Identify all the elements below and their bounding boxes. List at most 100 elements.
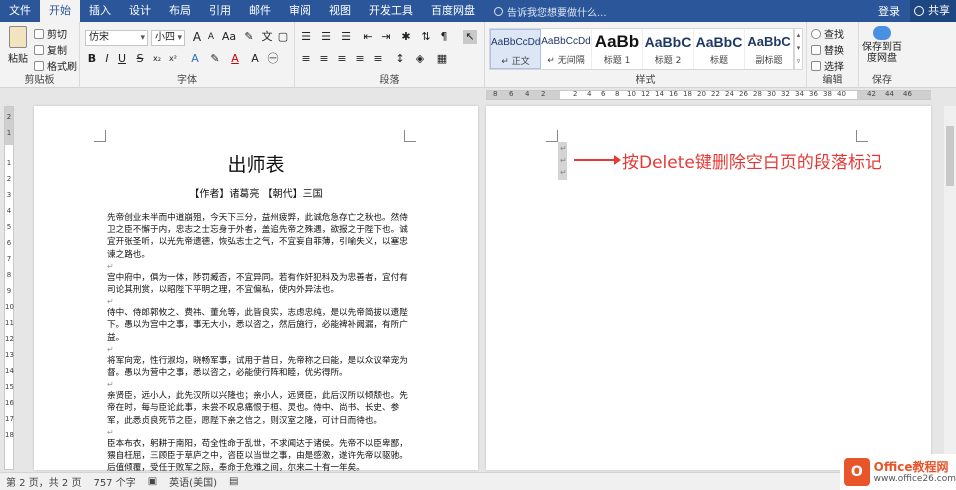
tab-insert[interactable]: 插入 [80, 0, 120, 22]
font-name-select[interactable]: 仿宋 [85, 30, 148, 46]
paragraph[interactable]: 将军向宠，性行淑均，晓畅军事，试用于昔日，先帝称之曰能，是以众议举宠为督。愚以为… [107, 355, 412, 379]
status-bar: 第 2 页，共 2 页 757 个字 ▣ 英语(美国) ▤ [0, 472, 956, 490]
tab-layout[interactable]: 布局 [160, 0, 200, 22]
style-no-spacing[interactable]: AaBbCcDd ↵ 无间隔 [541, 29, 592, 69]
shading-icon[interactable]: ◈ [413, 52, 427, 66]
increase-indent-icon[interactable]: ⇥ [379, 30, 393, 44]
ribbon-tab-bar: 文件 开始 插入 设计 布局 引用 邮件 审阅 视图 开发工具 百度网盘 告诉我… [0, 0, 956, 22]
paragraph[interactable]: 宫中府中，俱为一体，陟罚臧否，不宜异同。若有作奸犯科及为忠善者，宜付有司论其刑赏… [107, 272, 412, 296]
red-arrow-icon [574, 155, 621, 165]
cursor-icon[interactable]: ↖ [463, 30, 477, 44]
document-body[interactable]: 先帝创业未半而中道崩殂，今天下三分，益州疲弊，此诚危急存亡之秋也。然侍卫之臣不懈… [107, 212, 412, 474]
save-to-baidu-button[interactable]: 保存到百度网盘 [861, 26, 903, 64]
paragraph[interactable]: 亲贤臣，远小人，此先汉所以兴隆也；亲小人，远贤臣，此后汉所以倾颓也。先帝在时，每… [107, 390, 412, 427]
italic-icon[interactable]: I [100, 52, 114, 66]
scrollbar-thumb[interactable] [946, 126, 954, 186]
chinese-layout-icon[interactable]: ✱ [399, 30, 413, 44]
tab-file[interactable]: 文件 [0, 0, 40, 22]
enclose-char-icon[interactable]: ㊀ [266, 52, 280, 66]
grow-font-button[interactable]: A [190, 30, 204, 44]
ruler-tick-label: 34 [795, 90, 804, 98]
multilevel-list-icon[interactable]: ☰ [339, 30, 353, 44]
style-subtitle[interactable]: AaBbC 副标题 [745, 29, 793, 69]
vruler-tick-label: 13 [5, 351, 14, 359]
tell-me-text: 告诉我您想要做什么... [507, 7, 607, 19]
macro-icon[interactable]: ▤ [229, 476, 238, 487]
document-author-line[interactable]: 【作者】诸葛亮 【朝代】三国 [34, 185, 478, 200]
shrink-font-button[interactable]: A [204, 30, 218, 44]
vruler-tick-label: 8 [6, 271, 12, 279]
vruler-tick-label: 1 [6, 159, 12, 167]
font-size-select[interactable]: 小四 [151, 30, 185, 46]
page-count[interactable]: 第 2 页，共 2 页 [6, 474, 81, 489]
paragraph[interactable]: 臣本布衣，躬耕于南阳，苟全性命于乱世，不求闻达于诸侯。先帝不以臣卑鄙，猥自枉屈，… [107, 438, 412, 475]
bullets-icon[interactable]: ☰ [299, 30, 313, 44]
document-page-1[interactable]: 出师表 【作者】诸葛亮 【朝代】三国 先帝创业未半而中道崩殂，今天下三分，益州疲… [34, 106, 478, 473]
text-effects-icon[interactable]: A [188, 52, 202, 66]
justify-icon[interactable]: ≡ [353, 52, 367, 66]
align-center-icon[interactable]: ≡ [317, 52, 331, 66]
sort-icon[interactable]: ⇅ [419, 30, 433, 44]
word-count[interactable]: 757 个字 [93, 474, 135, 489]
vertical-scrollbar[interactable] [944, 106, 956, 470]
style-heading-2[interactable]: AaBbC 标题 2 [643, 29, 694, 69]
numbering-icon[interactable]: ☰ [319, 30, 333, 44]
tab-developer[interactable]: 开发工具 [360, 0, 422, 22]
show-marks-icon[interactable]: ¶ [437, 30, 451, 44]
find-button[interactable]: 查找 [811, 26, 844, 41]
tab-review[interactable]: 审阅 [280, 0, 320, 22]
clear-format-icon[interactable]: ✎ [242, 30, 256, 44]
styles-gallery-scroll[interactable]: ▴ ▾ ▿ [794, 28, 803, 70]
tab-view[interactable]: 视图 [320, 0, 360, 22]
style-normal[interactable]: AaBbCcDd ↵ 正文 [490, 29, 541, 69]
paragraph[interactable]: 侍中、侍郎郭攸之、费祎、董允等，此皆良实，志虑忠纯，是以先帝简拔以遗陛下。愚以为… [107, 307, 412, 344]
tab-mailings[interactable]: 邮件 [240, 0, 280, 22]
login-button[interactable]: 登录 [868, 3, 910, 19]
distributed-icon[interactable]: ≡ [371, 52, 385, 66]
align-left-icon[interactable]: ≡ [299, 52, 313, 66]
document-title[interactable]: 出师表 [34, 150, 478, 177]
cut-button[interactable]: 剪切 [34, 26, 67, 41]
copy-button[interactable]: 复制 [34, 42, 67, 57]
borders-icon[interactable]: ▦ [435, 52, 449, 66]
tab-home[interactable]: 开始 [40, 0, 80, 22]
style-name: 标题 [709, 56, 728, 66]
change-case-button[interactable]: Aa [220, 30, 238, 44]
char-shading-icon[interactable]: A [248, 52, 262, 66]
paragraph-mark: ↵ [560, 144, 567, 153]
logo-line-2: www.office26.com [873, 473, 956, 484]
tab-references[interactable]: 引用 [200, 0, 240, 22]
style-title[interactable]: AaBbC 标题 [694, 29, 745, 69]
styles-gallery: AaBbCcDd ↵ 正文 AaBbCcDd ↵ 无间隔 AaBb 标题 1 A… [489, 28, 794, 70]
language[interactable]: 英语(美国) [169, 474, 217, 489]
paragraph[interactable]: 先帝创业未半而中道崩殂，今天下三分，益州疲弊，此诚危急存亡之秋也。然侍卫之臣不懈… [107, 212, 412, 261]
line-spacing-icon[interactable]: ↕ [393, 52, 407, 66]
replace-button[interactable]: 替换 [811, 42, 844, 57]
subscript-icon[interactable]: x₂ [150, 52, 164, 66]
font-group: 仿宋 小四 A A Aa ✎ 文 ▢ B I U S x₂ x² A ✎ A A… [80, 22, 295, 88]
vruler-tick-label: 16 [5, 399, 14, 407]
vertical-ruler[interactable]: 2 1 1 2 3 4 5 6 7 8 9 10 11 12 13 14 15 … [4, 106, 14, 470]
superscript-icon[interactable]: x² [166, 52, 180, 66]
style-heading-1[interactable]: AaBb 标题 1 [592, 29, 643, 69]
tell-me-box[interactable]: 告诉我您想要做什么... [494, 4, 607, 19]
bold-icon[interactable]: B [85, 52, 99, 66]
paste-button[interactable]: 粘贴 [6, 26, 30, 65]
crop-mark [404, 130, 416, 142]
font-color-icon[interactable]: A [228, 52, 242, 66]
char-border-icon[interactable]: ▢ [276, 30, 290, 44]
strikethrough-icon[interactable]: S [133, 52, 147, 66]
proofing-icon[interactable]: ▣ [148, 476, 157, 487]
empty-paragraph-mark: ↵ [107, 261, 114, 271]
tab-design[interactable]: 设计 [120, 0, 160, 22]
brush-icon [34, 60, 44, 71]
align-right-icon[interactable]: ≡ [335, 52, 349, 66]
decrease-indent-icon[interactable]: ⇤ [361, 30, 375, 44]
phonetic-guide-icon[interactable]: 文 [260, 30, 274, 44]
document-page-2[interactable]: ↵ ↵ ↵ 按Delete键删除空白页的段落标记 [486, 106, 931, 470]
tab-baidu-netdisk[interactable]: 百度网盘 [422, 0, 484, 22]
share-button[interactable]: 共享 [910, 0, 956, 22]
underline-icon[interactable]: U [115, 52, 129, 66]
highlight-icon[interactable]: ✎ [208, 52, 222, 66]
horizontal-ruler[interactable]: 8 6 4 2 2 4 6 8 10 12 14 16 18 20 22 24 … [486, 90, 931, 100]
